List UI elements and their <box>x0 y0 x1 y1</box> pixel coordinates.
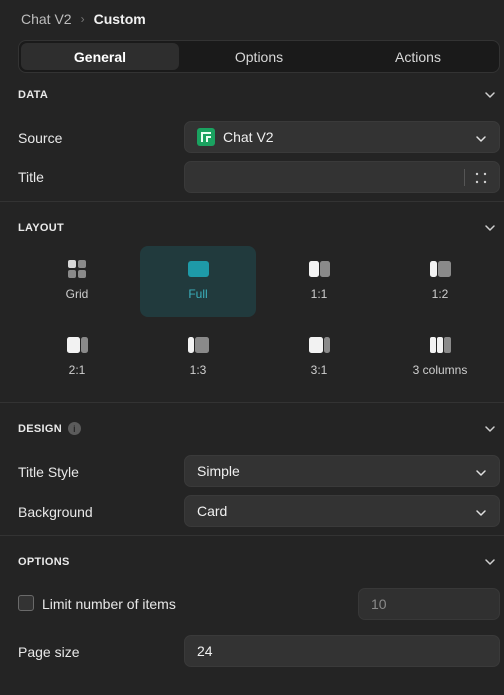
background-value: Card <box>197 503 228 519</box>
tab-general[interactable]: General <box>21 43 179 70</box>
collapse-data-chevron-icon[interactable] <box>484 89 496 101</box>
field-divider <box>464 169 465 186</box>
tab-actions[interactable]: Actions <box>339 43 497 70</box>
source-value: Chat V2 <box>223 129 274 145</box>
limit-items-label[interactable]: Limit number of items <box>42 596 176 612</box>
layout-option-3-1[interactable]: 3:1 <box>261 322 377 393</box>
section-divider <box>0 201 504 202</box>
breadcrumb-current: Custom <box>93 11 146 27</box>
section-title-layout: LAYOUT <box>18 222 65 234</box>
section-title-design: DESIGN i <box>18 422 81 435</box>
layout-option-label: 1:1 <box>310 287 328 301</box>
title-input[interactable] <box>184 161 500 193</box>
layout-option-grid[interactable]: Grid <box>19 246 135 317</box>
tab-options[interactable]: Options <box>179 43 339 70</box>
layout-option-label: 3 columns <box>412 363 468 377</box>
chevron-down-icon <box>475 132 487 148</box>
limit-items-input[interactable]: 10 <box>358 588 500 620</box>
split-2-1-icon <box>66 336 88 354</box>
sheets-icon <box>197 128 215 146</box>
limit-items-checkbox[interactable] <box>18 595 34 611</box>
chevron-down-icon <box>475 466 487 482</box>
layout-option-label: 3:1 <box>310 363 328 377</box>
layout-option-label: Full <box>188 287 208 301</box>
page-size-value: 24 <box>197 643 213 659</box>
expand-icon[interactable] <box>475 171 487 187</box>
breadcrumb-separator: › <box>80 12 85 26</box>
page-size-label: Page size <box>18 644 80 660</box>
section-divider <box>0 402 504 403</box>
grid-layout-icon <box>68 260 86 278</box>
tab-bar: General Options Actions <box>18 40 500 73</box>
layout-option-2-1[interactable]: 2:1 <box>19 322 135 393</box>
split-1-1-icon <box>308 260 330 278</box>
layout-option-3-columns[interactable]: 3 columns <box>382 322 498 393</box>
three-columns-icon <box>429 336 451 354</box>
source-select[interactable]: Chat V2 <box>184 121 500 153</box>
info-icon[interactable]: i <box>67 422 81 435</box>
section-divider <box>0 535 504 536</box>
layout-option-label: 1:2 <box>431 287 449 301</box>
collapse-design-chevron-icon[interactable] <box>484 423 496 435</box>
title-style-value: Simple <box>197 463 240 479</box>
section-title-data: DATA <box>18 89 49 101</box>
layout-option-full[interactable]: Full <box>140 246 256 317</box>
layout-option-1-3[interactable]: 1:3 <box>140 322 256 393</box>
section-title-options: OPTIONS <box>18 556 70 568</box>
section-title-design-text: DESIGN <box>18 422 62 435</box>
split-1-3-icon <box>187 336 209 354</box>
breadcrumb: Chat V2 › Custom <box>21 10 146 28</box>
title-label: Title <box>18 169 44 185</box>
chevron-down-icon <box>475 506 487 522</box>
source-label: Source <box>18 130 63 146</box>
layout-option-1-1[interactable]: 1:1 <box>261 246 377 317</box>
breadcrumb-parent[interactable]: Chat V2 <box>21 11 72 27</box>
split-1-2-icon <box>429 260 451 278</box>
full-layout-icon <box>187 260 209 278</box>
background-select[interactable]: Card <box>184 495 500 527</box>
collapse-options-chevron-icon[interactable] <box>484 556 496 568</box>
layout-option-1-2[interactable]: 1:2 <box>382 246 498 317</box>
layout-option-label: 1:3 <box>189 363 207 377</box>
layout-option-label: Grid <box>65 287 89 301</box>
collapse-layout-chevron-icon[interactable] <box>484 222 496 234</box>
layout-option-label: 2:1 <box>68 363 86 377</box>
split-3-1-icon <box>308 336 330 354</box>
page-size-input[interactable]: 24 <box>184 635 500 667</box>
background-label: Background <box>18 504 93 520</box>
title-style-label: Title Style <box>18 464 79 480</box>
title-style-select[interactable]: Simple <box>184 455 500 487</box>
